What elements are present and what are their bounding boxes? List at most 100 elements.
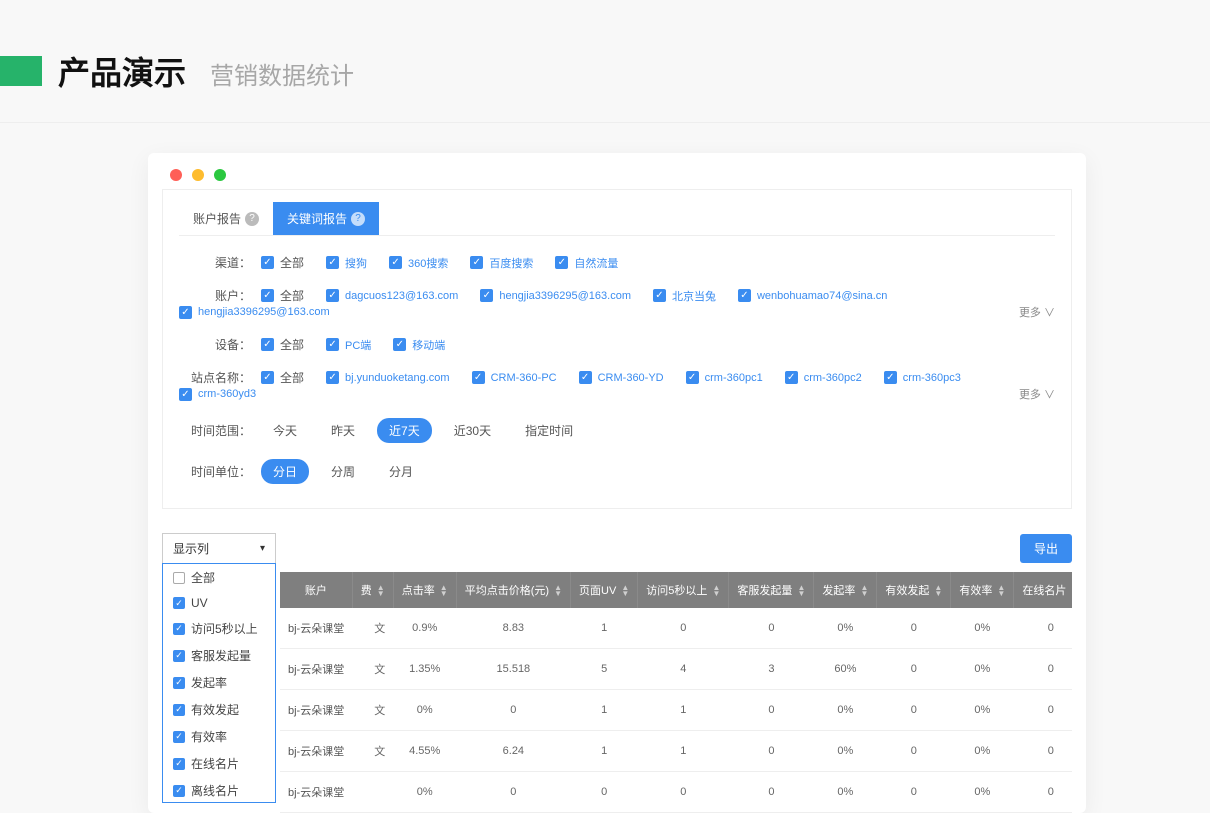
site-option[interactable]: ✓全部 (261, 369, 304, 386)
column-header[interactable]: 访问5秒以上 ▲▼ (638, 572, 729, 608)
table-row[interactable]: bj-云朵课堂0%00000%00%000% (280, 772, 1072, 813)
column-header[interactable]: 点击率 ▲▼ (393, 572, 456, 608)
option-label: PC端 (345, 337, 371, 353)
row-prefix: 文 (352, 608, 393, 649)
timeRange-option[interactable]: 今天 (261, 418, 309, 443)
tab-account-report[interactable]: 账户报告 ? (179, 202, 273, 235)
data-cell: 0% (393, 690, 456, 731)
checkbox-icon: ✓ (173, 785, 185, 797)
site-option[interactable]: ✓crm-360pc3 (884, 371, 961, 384)
column-option[interactable]: ✓UV (163, 591, 275, 615)
data-cell: 0 (1014, 731, 1072, 772)
table-row[interactable]: bj-云朵课堂文0%01100%00%000% (280, 690, 1072, 731)
site-option[interactable]: ✓CRM-360-YD (579, 371, 664, 384)
table-row[interactable]: bj-云朵课堂文1.35%15.51854360%00%000% (280, 649, 1072, 690)
account-option[interactable]: ✓dagcuos123@163.com (326, 289, 458, 302)
site-option[interactable]: ✓bj.yunduoketang.com (326, 371, 450, 384)
table-row[interactable]: bj-云朵课堂文0.9%8.831000%00%000% (280, 608, 1072, 649)
column-header[interactable]: 有效率 ▲▼ (951, 572, 1014, 608)
data-table-wrapper[interactable]: 账户费 ▲▼点击率 ▲▼平均点击价格(元) ▲▼页面UV ▲▼访问5秒以上 ▲▼… (162, 572, 1072, 813)
channel-option[interactable]: ✓百度搜索 (470, 255, 533, 271)
minimize-icon[interactable] (192, 169, 204, 181)
checkbox-icon: ✓ (653, 289, 666, 302)
account-option[interactable]: ✓北京当兔 (653, 288, 716, 304)
row-prefix: 文 (352, 690, 393, 731)
column-option[interactable]: ✓在线名片 (163, 750, 275, 777)
checkbox-icon: ✓ (555, 256, 568, 269)
option-label: 百度搜索 (489, 255, 533, 271)
filter-row-site: 站点名称：✓全部✓bj.yunduoketang.com✓CRM-360-PC✓… (179, 361, 1055, 410)
more-toggle[interactable]: 更多 ∨ (1019, 304, 1055, 320)
timeRange-option[interactable]: 近7天 (377, 418, 432, 443)
column-option[interactable]: ✓访问5秒以上 (163, 615, 275, 642)
account-option[interactable]: ✓hengjia3396295@163.com (179, 306, 330, 319)
device-option[interactable]: ✓移动端 (393, 337, 445, 353)
export-button[interactable]: 导出 (1020, 534, 1072, 563)
channel-option[interactable]: ✓自然流量 (555, 255, 618, 271)
column-option[interactable]: ✓有效发起 (163, 696, 275, 723)
column-header[interactable]: 账户 (280, 572, 352, 608)
timeUnit-label: 时间单位： (179, 463, 251, 480)
channel-option[interactable]: ✓搜狗 (326, 255, 367, 271)
column-option[interactable]: 全部 (163, 564, 275, 591)
channel-option[interactable]: ✓360搜索 (389, 255, 448, 271)
column-header[interactable]: 客服发起量 ▲▼ (729, 572, 814, 608)
column-selector[interactable]: 显示列 (162, 533, 276, 564)
site-option[interactable]: ✓crm-360pc2 (785, 371, 862, 384)
timeRange-option[interactable]: 指定时间 (513, 418, 585, 443)
help-icon: ? (245, 212, 259, 226)
site-option[interactable]: ✓CRM-360-PC (472, 371, 557, 384)
device-label: 设备： (179, 336, 251, 353)
data-cell: 0% (814, 731, 877, 772)
timeRange-option[interactable]: 近30天 (442, 418, 503, 443)
filter-row-account: 账户：✓全部✓dagcuos123@163.com✓hengjia3396295… (179, 279, 1055, 328)
data-cell: 0 (1014, 772, 1072, 813)
zoom-icon[interactable] (214, 169, 226, 181)
more-toggle[interactable]: 更多 ∨ (1019, 386, 1055, 402)
timeUnit-option[interactable]: 分月 (377, 459, 425, 484)
table-row[interactable]: bj-云朵课堂文4.55%6.241100%00%000% (280, 731, 1072, 772)
column-header[interactable]: 在线名片 ▲▼ (1014, 572, 1072, 608)
channel-option[interactable]: ✓全部 (261, 254, 304, 271)
column-header[interactable]: 有效发起 ▲▼ (877, 572, 951, 608)
close-icon[interactable] (170, 169, 182, 181)
column-option[interactable]: ✓有效率 (163, 723, 275, 750)
app-window: 账户报告 ? 关键词报告 ? 渠道：✓全部✓搜狗✓360搜索✓百度搜索✓自然流量… (148, 153, 1086, 813)
device-option[interactable]: ✓全部 (261, 336, 304, 353)
data-cell: 15.518 (456, 649, 570, 690)
column-header[interactable]: 平均点击价格(元) ▲▼ (456, 572, 570, 608)
row-prefix: 文 (352, 731, 393, 772)
column-header[interactable]: 发起率 ▲▼ (814, 572, 877, 608)
sort-icon: ▲▼ (377, 585, 385, 597)
option-label: 全部 (280, 287, 304, 304)
page-header: 产品演示 营销数据统计 (0, 0, 1210, 123)
column-option[interactable]: ✓离线名片 (163, 777, 275, 803)
data-cell: 0% (951, 690, 1014, 731)
checkbox-icon: ✓ (785, 371, 798, 384)
data-cell: 0 (1014, 649, 1072, 690)
column-header[interactable]: 页面UV ▲▼ (571, 572, 638, 608)
column-header[interactable]: 费 ▲▼ (352, 572, 393, 608)
account-option[interactable]: ✓全部 (261, 287, 304, 304)
tab-keyword-report[interactable]: 关键词报告 ? (273, 202, 379, 235)
site-option[interactable]: ✓crm-360yd3 (179, 388, 256, 401)
account-label: 账户： (179, 287, 251, 304)
timeRange-option[interactable]: 昨天 (319, 418, 367, 443)
timeUnit-option[interactable]: 分日 (261, 459, 309, 484)
timeUnit-option[interactable]: 分周 (319, 459, 367, 484)
account-option[interactable]: ✓wenbohuamao74@sina.cn (738, 289, 887, 302)
checkbox-icon: ✓ (393, 338, 406, 351)
checkbox-icon: ✓ (173, 597, 185, 609)
checkbox-icon: ✓ (884, 371, 897, 384)
device-option[interactable]: ✓PC端 (326, 337, 371, 353)
site-option[interactable]: ✓crm-360pc1 (686, 371, 763, 384)
account-cell: bj-云朵课堂 (280, 772, 352, 813)
page-subtitle: 营销数据统计 (210, 56, 354, 91)
column-option[interactable]: ✓发起率 (163, 669, 275, 696)
account-option[interactable]: ✓hengjia3396295@163.com (480, 289, 631, 302)
data-cell: 0.9% (393, 608, 456, 649)
column-dropdown[interactable]: 全部✓UV✓访问5秒以上✓客服发起量✓发起率✓有效发起✓有效率✓在线名片✓离线名… (162, 563, 276, 803)
column-option[interactable]: ✓客服发起量 (163, 642, 275, 669)
accent-bar (0, 56, 42, 86)
traffic-lights (148, 153, 1086, 189)
